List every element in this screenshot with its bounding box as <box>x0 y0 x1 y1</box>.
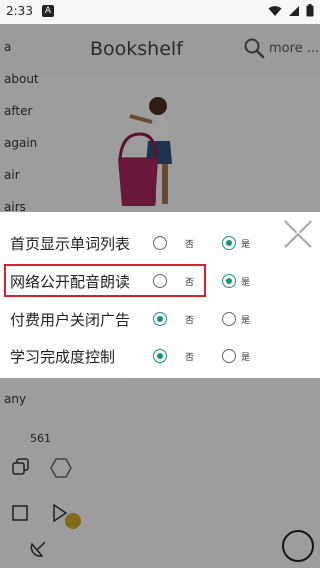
radio-no[interactable] <box>153 349 167 363</box>
option-row: 学习完成度控制 否 是 <box>0 336 320 374</box>
battery-icon <box>306 4 314 17</box>
radio-yes-label: 是 <box>241 316 251 326</box>
wifi-icon <box>268 5 282 16</box>
signal-icon <box>289 5 299 16</box>
radio-no-label: 否 <box>185 316 195 326</box>
notification-badge: A <box>42 5 54 17</box>
radio-yes[interactable] <box>222 312 236 326</box>
option-row: 付费用户关闭广告 否 是 <box>0 299 320 337</box>
option-label: 首页显示单词列表 <box>10 235 131 253</box>
option-row: 首页显示单词列表 否 是 <box>0 223 320 261</box>
radio-no[interactable] <box>153 236 167 250</box>
radio-no-label: 否 <box>185 240 195 250</box>
option-label: 付费用户关闭广告 <box>10 311 131 329</box>
option-label: 学习完成度控制 <box>10 348 116 366</box>
radio-yes-label: 是 <box>241 353 251 363</box>
status-bar: 2:33 A <box>0 0 320 24</box>
radio-yes[interactable] <box>222 236 236 250</box>
close-icon[interactable] <box>283 219 313 249</box>
radio-yes[interactable] <box>222 274 236 288</box>
highlight-box <box>4 264 206 297</box>
radio-no[interactable] <box>153 312 167 326</box>
radio-no-label: 否 <box>185 353 195 363</box>
radio-yes-label: 是 <box>241 240 251 250</box>
status-time: 2:33 <box>6 4 33 18</box>
radio-yes[interactable] <box>222 349 236 363</box>
status-icons <box>268 4 314 17</box>
radio-yes-label: 是 <box>241 278 251 288</box>
